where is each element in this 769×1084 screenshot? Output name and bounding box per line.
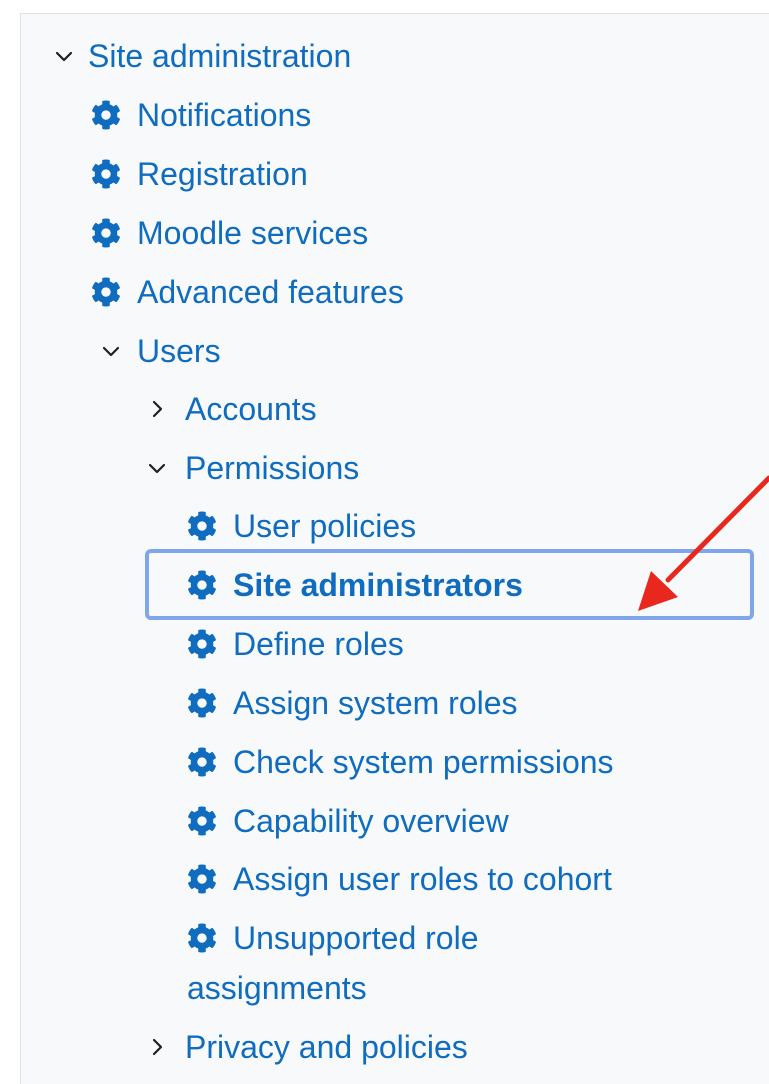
annotation-arrow [638,475,769,611]
arrow-shaft [665,475,769,583]
site-admin-tree: Site administration Notifications Regist… [0,0,769,1084]
